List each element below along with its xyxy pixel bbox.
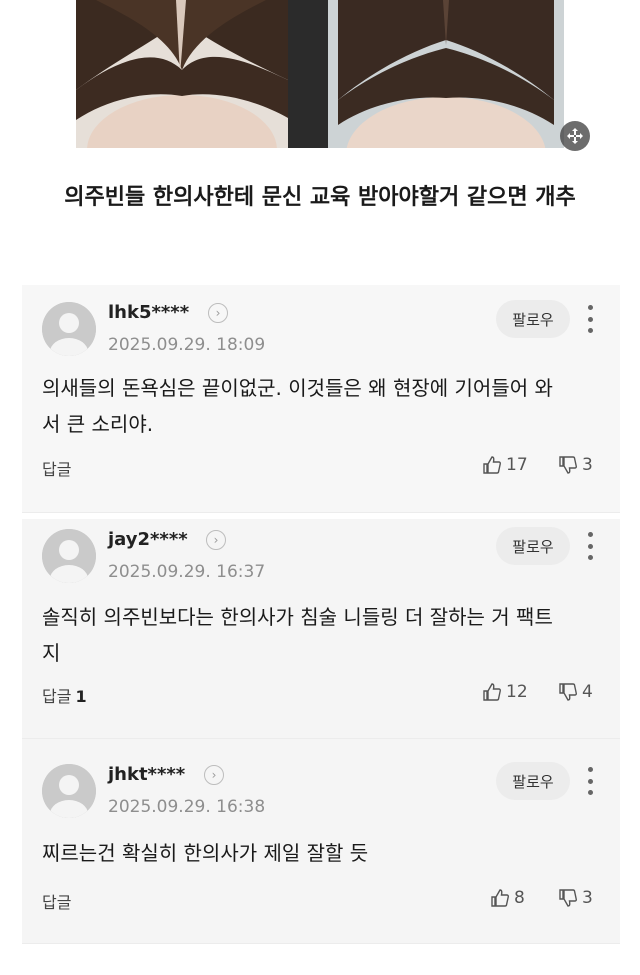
like-count: 12 [506, 682, 528, 702]
photo-divider [288, 0, 328, 148]
thumbs-up-icon [491, 889, 509, 907]
reply-count: 1 [75, 687, 87, 706]
avatar[interactable] [42, 764, 96, 818]
like-button[interactable]: 8 [490, 888, 525, 908]
comment-date: 2025.09.29. 18:09 [108, 335, 266, 355]
dislike-button[interactable]: 4 [558, 682, 593, 702]
thumbs-down-icon [559, 889, 577, 907]
dislike-count: 3 [582, 455, 593, 475]
after-scalp-photo [328, 0, 564, 148]
reply-button[interactable]: 답글 1 [42, 683, 87, 707]
expand-icon [567, 128, 583, 144]
expand-image-button[interactable] [560, 121, 590, 151]
thumbs-down-icon [559, 683, 577, 701]
chevron-right-icon[interactable]: › [206, 530, 226, 550]
chevron-right-icon[interactable]: › [208, 303, 228, 323]
post-image[interactable] [0, 0, 640, 151]
comment-date: 2025.09.29. 16:37 [108, 562, 266, 582]
follow-button[interactable]: 팔로우 [496, 762, 570, 800]
reply-label: 답글 [42, 893, 72, 912]
comment-item: jhkt**** › 2025.09.29. 16:38 팔로우 찌르는건 확실… [22, 739, 620, 944]
follow-button[interactable]: 팔로우 [496, 527, 570, 565]
comment-date: 2025.09.29. 16:38 [108, 797, 266, 817]
reply-label: 답글 [42, 460, 72, 479]
dislike-button[interactable]: 3 [558, 888, 593, 908]
thumbs-up-icon [483, 456, 501, 474]
reply-label: 답글 [42, 687, 72, 706]
comment-list: lhk5**** › 2025.09.29. 18:09 팔로우 의새들의 돈욕… [22, 285, 620, 944]
before-scalp-photo [76, 0, 288, 148]
like-count: 8 [514, 888, 525, 908]
dislike-button[interactable]: 3 [558, 455, 593, 475]
thumbs-down-icon [559, 456, 577, 474]
avatar[interactable] [42, 529, 96, 583]
comment-item: jay2**** › 2025.09.29. 16:37 팔로우 솔직히 의주빈… [22, 519, 620, 739]
comment-username[interactable]: lhk5**** [108, 302, 189, 323]
like-button[interactable]: 17 [482, 455, 528, 475]
avatar[interactable] [42, 302, 96, 356]
reply-button[interactable]: 답글 [42, 889, 75, 913]
comment-text: 의새들의 돈욕심은 끝이없군. 이것들은 왜 현장에 기어들어 와서 큰 소리야… [42, 376, 553, 436]
dislike-count: 3 [582, 888, 593, 908]
comment-text: 찌르는건 확실히 한의사가 제일 잘할 듯 [42, 841, 369, 865]
comment-item: lhk5**** › 2025.09.29. 18:09 팔로우 의새들의 돈욕… [22, 285, 620, 513]
comment-text: 솔직히 의주빈보다는 한의사가 침술 니들링 더 잘하는 거 팩트지 [42, 605, 553, 665]
more-options-icon[interactable] [582, 767, 598, 795]
follow-button[interactable]: 팔로우 [496, 300, 570, 338]
comment-username[interactable]: jhkt**** [108, 764, 185, 785]
like-count: 17 [506, 455, 528, 475]
reply-button[interactable]: 답글 [42, 456, 75, 480]
thumbs-up-icon [483, 683, 501, 701]
like-button[interactable]: 12 [482, 682, 528, 702]
dislike-count: 4 [582, 682, 593, 702]
comment-username[interactable]: jay2**** [108, 529, 188, 550]
chevron-right-icon[interactable]: › [204, 765, 224, 785]
more-options-icon[interactable] [582, 305, 598, 333]
post-title: 의주빈들 한의사한테 문신 교육 받아야할거 같으면 개추 [64, 185, 576, 210]
more-options-icon[interactable] [582, 532, 598, 560]
